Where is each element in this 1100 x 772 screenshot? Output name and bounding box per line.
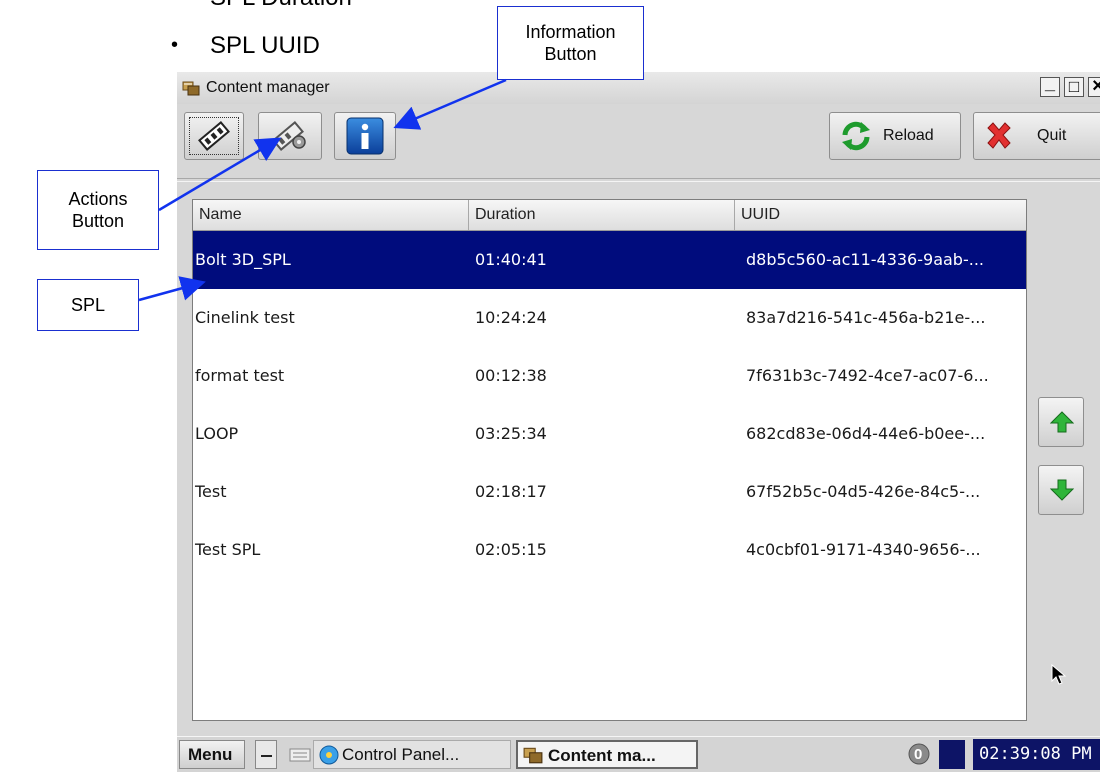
cell-uuid: d8b5c560-ac11-4336-9aab-... [746,250,984,269]
arrow-down-icon [1050,479,1074,501]
spl-table: Name Duration UUID Bolt 3D_SPL 01:40:41 … [192,199,1027,721]
toolbar-separator [177,178,1100,182]
callout-information-button: Information Button [497,6,644,80]
cell-uuid: 67f52b5c-04d5-426e-84c5-... [746,482,981,501]
partial-bullet-text: SPL Duration [210,0,352,12]
taskbar: Menu Control Panel... Content ma... 0 02… [177,736,1100,772]
move-down-button[interactable] [1038,465,1084,515]
taskbar-item-label: Control Panel... [342,745,460,764]
clock: 02:39:08 PM [973,739,1100,770]
spl-tool-button[interactable] [184,112,244,160]
close-button[interactable]: × [1088,76,1100,97]
control-panel-icon [319,745,339,765]
show-desktop-button[interactable] [255,740,277,769]
window-controls: _ □ × [1040,74,1100,97]
notification-badge[interactable]: 0 [907,740,933,769]
notification-count: 0 [914,746,923,763]
app-icon [182,81,200,96]
cell-duration: 01:40:41 [475,250,547,269]
toolbar: Reload Quit [177,104,1100,172]
cell-duration: 03:25:34 [475,424,547,443]
reload-label: Reload [883,127,934,144]
info-icon [346,117,384,155]
table-row[interactable]: Cinelink test 10:24:24 83a7d216-541c-456… [193,289,1026,347]
window-title: Content manager [206,79,330,96]
keyboard-icon[interactable] [285,740,311,769]
table-row[interactable]: Test SPL 02:05:15 4c0cbf01-9171-4340-965… [193,521,1026,579]
content-manager-icon [523,747,543,764]
content-manager-window: Content manager _ □ × Reload Quit Name D… [177,72,1100,771]
cell-name: Cinelink test [195,308,295,327]
film-gear-icon [272,120,306,152]
cell-name: LOOP [195,424,239,443]
taskbar-item-content-manager[interactable]: Content ma... [516,740,698,769]
callout-spl: SPL [37,279,139,331]
table-row[interactable]: Bolt 3D_SPL 01:40:41 d8b5c560-ac11-4336-… [193,231,1026,289]
table-row[interactable]: Test 02:18:17 67f52b5c-04d5-426e-84c5-..… [193,463,1026,521]
cell-duration: 02:18:17 [475,482,547,501]
taskbar-item-label: Content ma... [548,746,656,765]
cell-duration: 10:24:24 [475,308,547,327]
cell-name: Test SPL [195,540,261,559]
column-header-duration[interactable]: Duration [469,200,735,230]
actions-button[interactable] [258,112,322,160]
table-row[interactable]: LOOP 03:25:34 682cd83e-06d4-44e6-b0ee-..… [193,405,1026,463]
cell-name: Test [195,482,227,501]
table-row[interactable]: format test 00:12:38 7f631b3c-7492-4ce7-… [193,347,1026,405]
bullet-text-spl-uuid: SPL UUID [210,32,320,59]
information-button[interactable] [334,112,396,160]
move-up-button[interactable] [1038,397,1084,447]
cell-uuid: 83a7d216-541c-456a-b21e-... [746,308,986,327]
cell-name: Bolt 3D_SPL [195,250,291,269]
cell-duration: 02:05:15 [475,540,547,559]
mouse-cursor-icon [1051,664,1067,685]
quit-button[interactable]: Quit [973,112,1100,160]
menu-button[interactable]: Menu [179,740,245,769]
maximize-button[interactable]: □ [1064,77,1084,97]
reload-icon [842,121,870,151]
cell-duration: 00:12:38 [475,366,547,385]
tray-indicator [939,740,965,769]
taskbar-item-control-panel[interactable]: Control Panel... [313,740,511,769]
arrow-up-icon [1050,411,1074,433]
table-header: Name Duration UUID [193,200,1026,231]
cell-uuid: 4c0cbf01-9171-4340-9656-... [746,540,981,559]
quit-x-icon [987,122,1011,149]
callout-actions-button: Actions Button [37,170,159,250]
cell-name: format test [195,366,285,385]
cell-uuid: 7f631b3c-7492-4ce7-ac07-6... [746,366,989,385]
bullet-symbol: • [171,34,179,56]
column-header-name[interactable]: Name [193,200,469,230]
cell-uuid: 682cd83e-06d4-44e6-b0ee-... [746,424,986,443]
menu-label: Menu [188,745,233,764]
minimize-button[interactable]: _ [1040,74,1060,97]
film-clip-icon [198,120,230,152]
column-header-uuid[interactable]: UUID [735,200,1026,230]
quit-label: Quit [1037,127,1067,144]
reload-button[interactable]: Reload [829,112,961,160]
